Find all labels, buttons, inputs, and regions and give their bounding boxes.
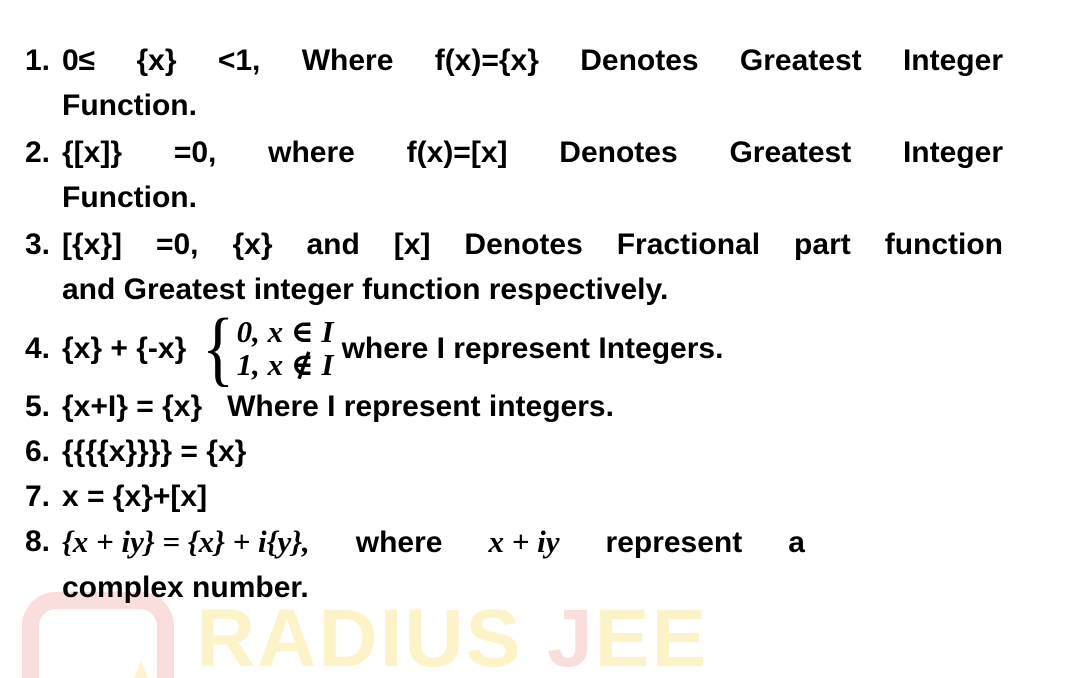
word-a: a — [788, 525, 805, 559]
list-item-number: 5. — [25, 389, 51, 423]
list-item-line: x = {x}+[x] — [62, 479, 208, 513]
list-item-line: Function. — [62, 181, 197, 214]
list-item-number: 4. — [25, 332, 51, 366]
piecewise-cases: 0, x ∈ I 1, x ∉ I — [236, 314, 342, 382]
list-item-line: Function. — [62, 89, 197, 122]
list-item-number: 3. — [25, 228, 51, 261]
list-item-line: complex number. — [62, 570, 309, 604]
list-item-text: x = {x}+[x] — [62, 474, 1003, 519]
logo-triangle-shape — [97, 661, 185, 678]
list-item: 7. x = {x}+[x] — [0, 474, 1077, 519]
list-item-text: {x} + {-x} { 0, x ∈ I 1, x ∉ I where I r… — [62, 301, 1003, 395]
list-item-text: {[x]} =0, where f(x)=[x] Denotes Greates… — [62, 130, 1003, 220]
list-item-text: {x + iy} = {x} + i{y}, where x + iy represe… — [62, 519, 1003, 610]
piecewise-lead: {x} + {-x} — [62, 332, 187, 366]
complex-expression: x + iy — [488, 523, 560, 559]
list-item: 4. {x} + {-x} { 0, x ∈ I 1, x ∉ I where … — [0, 301, 1077, 395]
word-represent: represent — [605, 525, 743, 559]
complex-equation: {x + iy} = {x} + i{y}, — [62, 523, 310, 559]
list-item: 6. {{{{x}}}} = {x} — [0, 429, 1077, 474]
list-item-line: 0≤ {x} <1, Where f(x)={x} Denotes Greate… — [62, 44, 1003, 77]
piecewise-row: {x} + {-x} { 0, x ∈ I 1, x ∉ I where I r… — [62, 301, 1003, 395]
list-item-number: 8. — [25, 524, 51, 558]
list-item: 1. 0≤ {x} <1, Where f(x)={x} Denotes Gre… — [0, 38, 1077, 128]
piecewise-brace: { — [202, 301, 235, 395]
list-item-text: [{x}] =0, {x} and [x] Denotes Fractional… — [62, 222, 1003, 312]
list-item-line: {[x]} =0, where f(x)=[x] Denotes Greates… — [62, 136, 1003, 169]
slide-page: RADIUS JEE 1. 0≤ {x} <1, Where f(x)={x} … — [0, 0, 1077, 678]
list-item-text: {x+I} = {x} Where I represent integers. — [62, 384, 1003, 429]
list-item-text: 0≤ {x} <1, Where f(x)={x} Denotes Greate… — [62, 38, 1003, 128]
list-item-number: 7. — [25, 479, 51, 513]
list-item: 8. {x + iy} = {x} + i{y}, where x + iy repr… — [0, 519, 1077, 610]
list-item: 5. {x+I} = {x} Where I represent integer… — [0, 384, 1077, 429]
properties-list: 1. 0≤ {x} <1, Where f(x)={x} Denotes Gre… — [0, 0, 1077, 610]
word-where: where — [355, 525, 443, 559]
list-item-line: {x+I} = {x} Where I represent integers. — [62, 389, 614, 423]
list-item-number: 1. — [25, 44, 51, 77]
list-item: 3. [{x}] =0, {x} and [x] Denotes Fractio… — [0, 222, 1077, 312]
list-item-line: {{{{x}}}} = {x} — [62, 434, 247, 468]
watermark-text: RADIUS JEE — [196, 598, 708, 678]
list-item: 2. {[x]} =0, where f(x)=[x] Denotes Grea… — [0, 130, 1077, 220]
piecewise-case-top: 0, x ∈ I — [236, 314, 334, 349]
piecewise-case-bottom: 1, x ∉ I — [236, 346, 334, 382]
list-item-number: 2. — [25, 136, 51, 169]
list-item-number: 6. — [25, 434, 51, 468]
piecewise-tail: where I represent Integers. — [341, 332, 724, 366]
list-item-text: {{{{x}}}} = {x} — [62, 429, 1003, 474]
list-item-line: [{x}] =0, {x} and [x] Denotes Fractional… — [62, 228, 1003, 261]
